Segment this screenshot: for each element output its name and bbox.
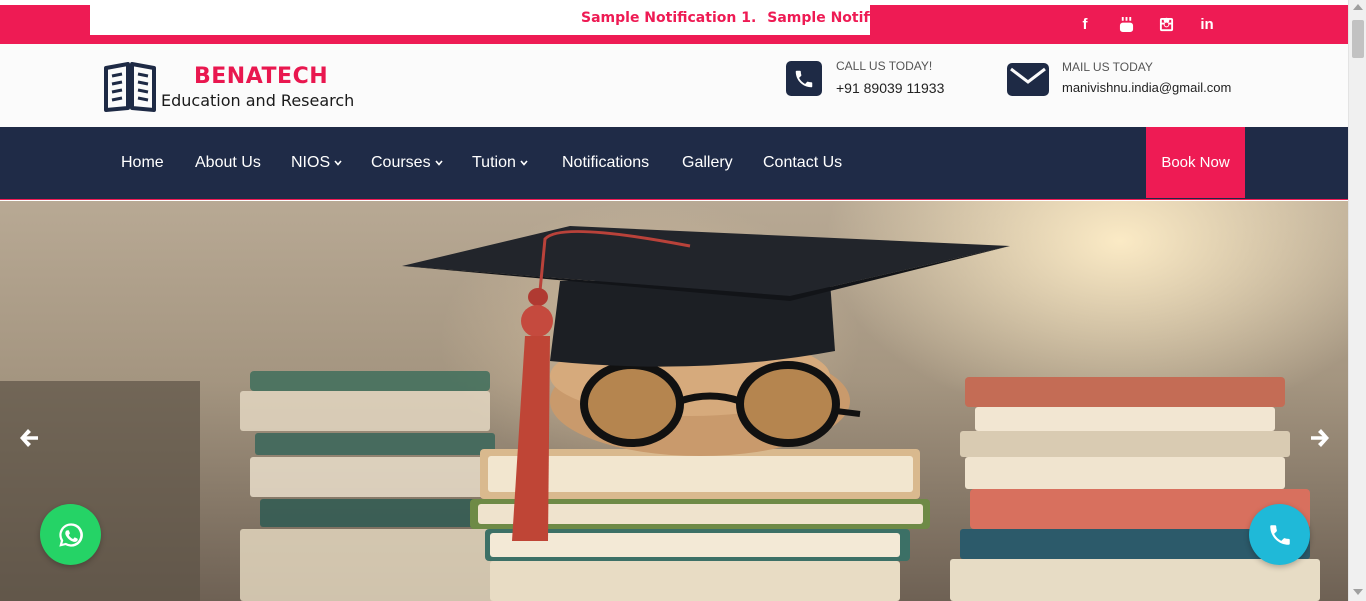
call-number[interactable]: +91 89039 11933: [836, 80, 944, 96]
nav-courses[interactable]: Courses: [371, 154, 443, 172]
nav-about-us-label: About Us: [195, 154, 261, 171]
ticker-track: Sample Notification 1. Sample Notifica: [581, 10, 870, 26]
linkedin-label: in: [1200, 15, 1214, 33]
page: Sample Notification 1.Sample Notifica f …: [0, 0, 1366, 601]
facebook-icon[interactable]: f: [1074, 13, 1096, 35]
arrow-right-icon: [1311, 429, 1329, 447]
whatsapp-icon: [58, 522, 83, 547]
call-float-button[interactable]: [1249, 504, 1310, 565]
nav-courses-label: Courses: [371, 154, 431, 171]
instagram-icon[interactable]: [1155, 13, 1177, 35]
nav-contact-us-label: Contact Us: [763, 154, 843, 171]
nav-home-label: Home: [121, 154, 164, 171]
scroll-up-icon[interactable]: [1353, 4, 1363, 10]
nav-gallery-label: Gallery: [682, 154, 733, 171]
linkedin-icon[interactable]: in: [1196, 13, 1218, 35]
nav-notifications[interactable]: Notifications: [562, 154, 649, 172]
nav-notifications-label: Notifications: [562, 154, 650, 171]
nav-tution[interactable]: Tution: [472, 154, 528, 172]
book-logo-icon: [104, 62, 156, 112]
site-header: BENATECH Education and Research CALL US …: [0, 44, 1348, 127]
book-now-button[interactable]: Book Now: [1146, 127, 1245, 198]
main-nav: Home About Us NIOS Courses Tution Notifi…: [0, 127, 1348, 200]
ticker-item[interactable]: Sample Notifica: [767, 10, 870, 26]
scroll-thumb[interactable]: [1352, 20, 1364, 58]
scroll-down-icon[interactable]: [1353, 589, 1363, 595]
phone-icon: [1269, 524, 1290, 545]
chevron-down-icon: [520, 160, 528, 166]
hero-image: [0, 226, 1320, 601]
page-scrollbar[interactable]: [1348, 0, 1366, 601]
chevron-down-icon: [334, 160, 342, 166]
chevron-down-icon: [434, 160, 443, 166]
ticker-item[interactable]: Sample Notification 1.: [581, 10, 756, 26]
nav-home[interactable]: Home: [121, 154, 164, 172]
youtube-icon[interactable]: [1115, 13, 1137, 35]
slider-next-button[interactable]: [1309, 427, 1331, 449]
facebook-label: f: [1082, 15, 1088, 33]
arrow-left-icon: [20, 429, 38, 447]
site-logo[interactable]: BENATECH Education and Research: [104, 60, 366, 114]
notification-ticker[interactable]: Sample Notification 1. Sample Notifica: [90, 5, 870, 35]
slider-prev-button[interactable]: [18, 427, 40, 449]
brand-tagline: Education and Research: [161, 91, 355, 110]
hero-slider: [0, 201, 1348, 601]
nav-contact-us[interactable]: Contact Us: [763, 154, 842, 172]
nav-about-us[interactable]: About Us: [195, 154, 261, 172]
mail-label: MAIL US TODAY: [1062, 60, 1153, 74]
nav-nios[interactable]: NIOS: [291, 154, 342, 172]
nav-gallery[interactable]: Gallery: [682, 154, 733, 172]
notification-bar: Sample Notification 1.Sample Notifica f …: [0, 5, 1348, 44]
brand-name: BENATECH: [194, 64, 329, 89]
phone-icon: [786, 61, 822, 96]
mail-address[interactable]: manivishnu.india@gmail.com: [1062, 80, 1231, 95]
whatsapp-button[interactable]: [40, 504, 101, 565]
call-label: CALL US TODAY!: [836, 59, 933, 73]
mail-icon: [1007, 63, 1049, 96]
nav-tution-label: Tution: [472, 154, 516, 171]
nav-nios-label: NIOS: [291, 154, 331, 171]
